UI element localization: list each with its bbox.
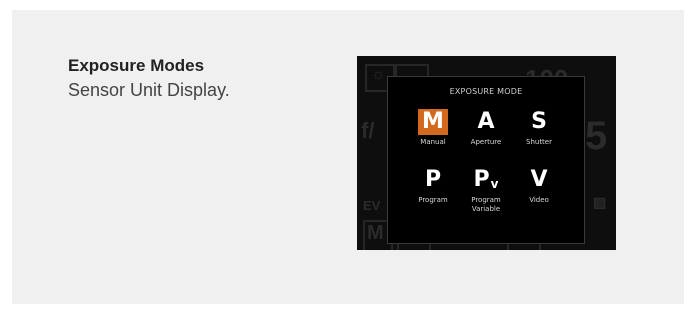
bg-sun-icon: ☼ xyxy=(371,66,386,83)
dialog-title: EXPOSURE MODE xyxy=(449,87,523,96)
bg-mode-letter: M xyxy=(367,222,384,244)
sensor-unit-display: ☼ 100 f/ 5 EV M ▨ EXPOSURE MODE M Manual… xyxy=(357,56,616,250)
mode-program-variable[interactable]: Pv Program Variable xyxy=(461,167,511,214)
bg-ev-label: EV xyxy=(363,198,381,213)
mode-label: Video xyxy=(529,196,549,204)
section-title: Exposure Modes xyxy=(68,56,205,75)
mode-aperture[interactable]: A Aperture xyxy=(461,109,511,147)
exposure-mode-dialog: EXPOSURE MODE M Manual A Aperture S Shut… xyxy=(387,76,585,244)
mode-label: Program xyxy=(418,196,448,204)
mode-glyph: V xyxy=(530,167,548,192)
section-subtitle: Sensor Unit Display. xyxy=(68,80,230,100)
mode-label: Aperture xyxy=(470,138,502,146)
mode-video[interactable]: V Video xyxy=(514,167,564,205)
mode-label: Program Variable xyxy=(471,196,501,213)
mode-glyph: S xyxy=(531,109,547,134)
bg-shutter-digit: 5 xyxy=(585,114,608,158)
mode-shutter[interactable]: S Shutter xyxy=(514,109,564,147)
mode-manual[interactable]: M Manual xyxy=(408,109,458,147)
bg-aperture-prefix: f/ xyxy=(361,118,375,143)
mode-glyph: P xyxy=(424,167,442,192)
bg-ev-comp-icon: ▨ xyxy=(593,194,607,210)
mode-glyph: Pv xyxy=(473,167,499,192)
mode-glyph: A xyxy=(477,109,495,134)
mode-label: Shutter xyxy=(526,138,552,146)
mode-program[interactable]: P Program xyxy=(408,167,458,205)
mode-glyph: M xyxy=(418,109,448,135)
mode-label: Manual xyxy=(420,138,446,146)
